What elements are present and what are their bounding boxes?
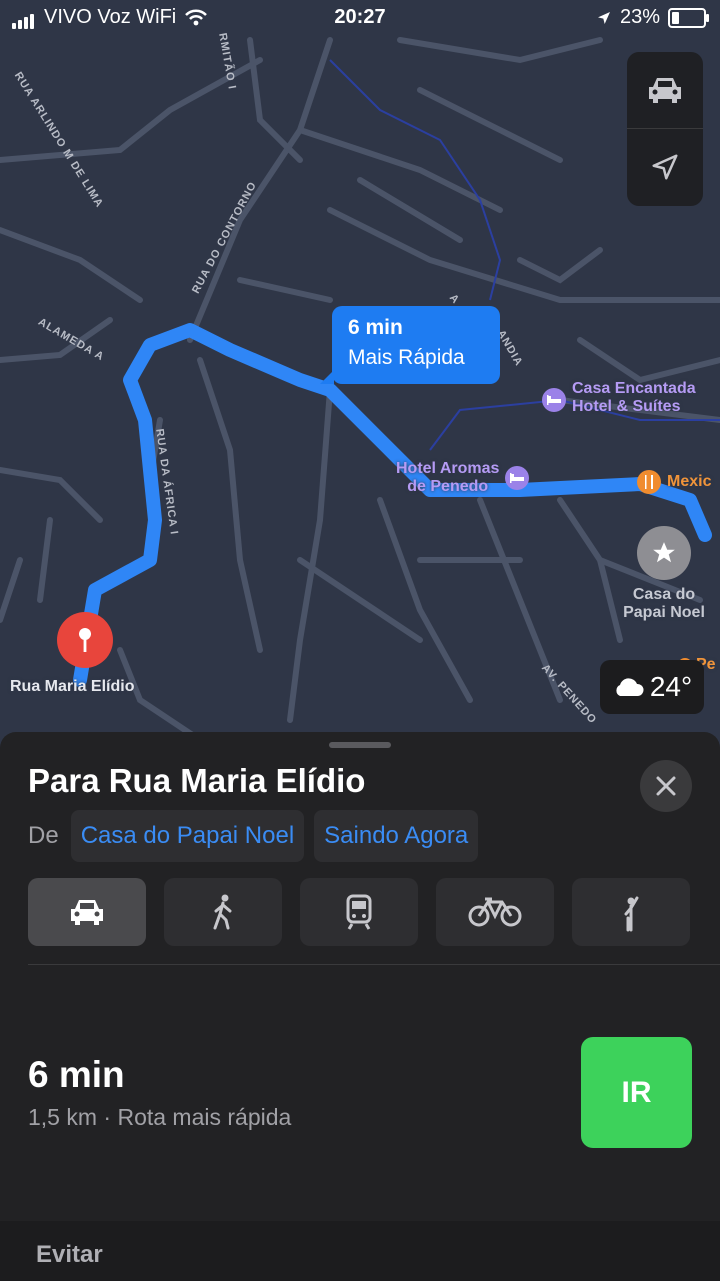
callout-label: Mais Rápida — [348, 346, 465, 369]
poi-hotel-aromas[interactable]: Hotel Aromas de Penedo — [396, 460, 530, 496]
walk-icon — [213, 894, 232, 930]
star-pin-icon — [637, 526, 691, 580]
car-icon — [649, 78, 681, 103]
pin-icon — [79, 628, 91, 652]
location-services-icon — [597, 11, 610, 24]
directions-title: Para Rua Maria Elídio — [28, 762, 366, 799]
route-time: 6 min — [28, 1054, 125, 1095]
cloud-icon — [616, 678, 644, 696]
close-icon — [656, 776, 676, 796]
poi-label: Mexic — [667, 473, 712, 490]
divider — [28, 964, 720, 965]
transport-modes — [28, 878, 690, 946]
from-label: De — [28, 822, 59, 849]
map-controls — [627, 52, 703, 206]
poi-casa-encantada[interactable]: Casa Encantada Hotel & Suítes — [542, 380, 696, 416]
bike-icon — [468, 897, 522, 927]
destination-label: Rua Maria Elídio — [10, 678, 135, 695]
directions-sheet: Para Rua Maria Elídio De Casa do Papai N… — [0, 732, 720, 1281]
avoid-label: Evitar — [36, 1241, 103, 1268]
callout-time: 6 min — [348, 316, 403, 339]
location-button[interactable] — [627, 129, 703, 205]
mode-walk-button[interactable] — [164, 878, 282, 946]
ride-icon — [624, 896, 639, 932]
poi-label: Hotel Aromas de Penedo — [396, 460, 500, 495]
poi-label: Casa do Papai Noel — [623, 586, 705, 621]
bed-icon — [505, 466, 530, 490]
bed-icon — [542, 388, 566, 412]
map-view[interactable]: RUA ARLINDO M DE LIMA RMITÃO I RUA DO CO… — [0, 0, 720, 760]
weather-temp: 24° — [649, 671, 693, 702]
mode-bike-button[interactable] — [436, 878, 554, 946]
avoid-section: Evitar — [0, 1221, 720, 1281]
close-button[interactable] — [640, 760, 692, 812]
mode-drive-button[interactable] — [28, 878, 146, 946]
mode-transit-button[interactable] — [300, 878, 418, 946]
poi-casa-papai-noel[interactable]: Casa do Papai Noel — [612, 526, 716, 622]
status-bar: VIVO Voz WiFi 20:27 23% — [0, 0, 720, 36]
route-callout[interactable]: 6 min Mais Rápida — [320, 306, 500, 384]
sheet-grabber[interactable] — [329, 742, 391, 748]
mode-ride-button[interactable] — [572, 878, 690, 946]
poi-mexic[interactable]: Mexic — [637, 470, 711, 494]
route-details: 1,5 km · Rota mais rápida — [28, 1104, 292, 1130]
fork-knife-icon — [637, 470, 661, 494]
car-icon — [71, 900, 103, 925]
origin-chip[interactable]: Casa do Papai Noel — [70, 810, 305, 862]
destination-pin[interactable] — [57, 612, 113, 668]
location-arrow-icon — [652, 154, 678, 180]
map-mode-button[interactable] — [627, 52, 703, 128]
go-button[interactable]: IR — [581, 1037, 692, 1148]
origin-row: De Casa do Papai Noel Saindo Agora — [28, 810, 479, 862]
transit-icon — [346, 894, 372, 930]
departure-time-chip[interactable]: Saindo Agora — [314, 810, 479, 862]
weather-badge: 24° — [600, 660, 704, 714]
battery-icon — [668, 7, 709, 28]
battery-percent: 23% — [619, 6, 660, 28]
callout-tail — [320, 370, 334, 384]
poi-label: Casa Encantada Hotel & Suítes — [572, 380, 696, 415]
